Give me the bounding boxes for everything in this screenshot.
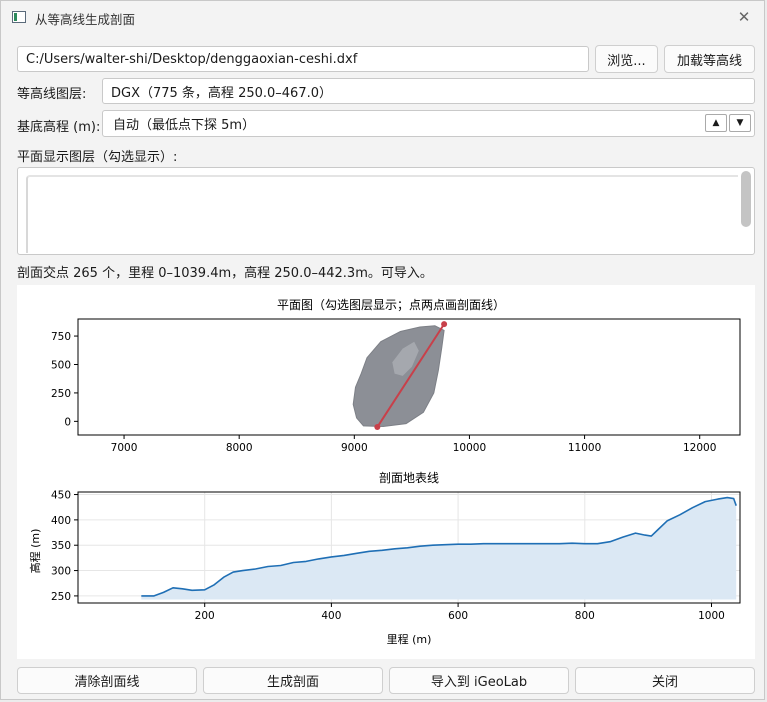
- plan-ytick-label: 750: [51, 331, 71, 343]
- dialog-window: 从等高线生成剖面 ✕ C:/Users/walter-shi/Desktop/d…: [0, 0, 765, 700]
- plots-svg[interactable]: 平面图（勾选图层显示；点两点画剖面线） 7000 8000 9000 10000 110…: [17, 285, 755, 659]
- plan-layers-list[interactable]: [17, 167, 755, 255]
- app-window-icon: [12, 11, 26, 23]
- plan-xtick-label: 10000: [453, 442, 486, 454]
- plot-canvas[interactable]: 平面图（勾选图层显示；点两点画剖面线） 7000 8000 9000 10000 110…: [17, 285, 755, 659]
- plan-xtick-label: 8000: [226, 442, 253, 454]
- plan-xtick-label: 12000: [683, 442, 716, 454]
- profile-xtick-label: 400: [321, 610, 341, 622]
- section-start-point: [374, 424, 381, 431]
- clear-section-button[interactable]: 清除剖面线: [17, 667, 197, 694]
- profile-xlabel: 里程 (m): [387, 633, 432, 646]
- plan-layers-list-content: [26, 175, 738, 253]
- profile-ytick-label: 400: [51, 515, 71, 527]
- plan-xtick-label: 7000: [111, 442, 138, 454]
- plan-xtick-label: 11000: [568, 442, 601, 454]
- plan-chart-title: 平面图（勾选图层显示；点两点画剖面线）: [277, 298, 505, 312]
- profile-ylabel: 高程 (m): [28, 529, 42, 574]
- contour-region: [352, 325, 445, 428]
- profile-area-fill: [141, 497, 737, 600]
- close-button[interactable]: 关闭: [575, 667, 755, 694]
- profile-ytick-label: 300: [51, 566, 71, 578]
- base-elevation-spinbox[interactable]: 自动（最低点下探 5m） ▲ ▼: [102, 110, 755, 137]
- plan-xtick-label: 9000: [341, 442, 368, 454]
- profile-ytick-label: 350: [51, 540, 71, 552]
- title-bar: 从等高线生成剖面 ✕: [1, 1, 764, 33]
- profile-xtick-label: 200: [195, 610, 215, 622]
- spin-up-icon[interactable]: ▲: [705, 114, 727, 132]
- profile-xtick-label: 1000: [698, 610, 725, 622]
- plan-ytick-label: 500: [51, 359, 71, 371]
- plan-ytick-label: 250: [51, 388, 71, 400]
- contour-layer-select[interactable]: DGX（775 条，高程 250.0–467.0）: [102, 78, 755, 104]
- file-path-input[interactable]: C:/Users/walter-shi/Desktop/denggaoxian-…: [17, 46, 589, 72]
- load-contours-button[interactable]: 加载等高线: [664, 45, 755, 73]
- profile-xtick-label: 600: [448, 610, 468, 622]
- profile-ytick-label: 250: [51, 591, 71, 603]
- profile-chart: 200 400 600 800 1000 250 300 350 400 450: [51, 490, 741, 622]
- plan-view-chart[interactable]: 7000 8000 9000 10000 11000 12000 0 250 500 750: [51, 318, 741, 454]
- generate-section-button[interactable]: 生成剖面: [203, 667, 383, 694]
- profile-chart-title: 剖面地表线: [379, 471, 439, 485]
- plan-ytick-label: 0: [64, 416, 71, 428]
- window-title: 从等高线生成剖面: [35, 12, 136, 27]
- profile-xtick-label: 800: [575, 610, 595, 622]
- browse-button[interactable]: 浏览...: [595, 45, 658, 73]
- status-text: 剖面交点 265 个，里程 0–1039.4m，高程 250.0–442.3m。…: [17, 266, 433, 281]
- profile-ytick-label: 450: [51, 490, 71, 502]
- close-icon[interactable]: ✕: [734, 7, 754, 27]
- contour-layer-value: DGX（775 条，高程 250.0–467.0）: [111, 85, 333, 101]
- spin-down-icon[interactable]: ▼: [729, 114, 751, 132]
- section-end-point: [441, 321, 448, 328]
- import-igeolab-button[interactable]: 导入到 iGeoLab: [389, 667, 569, 694]
- base-elevation-value: 自动（最低点下探 5m）: [113, 118, 256, 133]
- base-elevation-label: 基底高程 (m):: [17, 120, 101, 135]
- contour-layer-label: 等高线图层:: [17, 87, 87, 102]
- file-path-text: C:/Users/walter-shi/Desktop/denggaoxian-…: [26, 51, 358, 67]
- plan-layers-label: 平面显示图层（勾选显示）:: [17, 150, 178, 165]
- list-scrollbar[interactable]: [741, 171, 751, 227]
